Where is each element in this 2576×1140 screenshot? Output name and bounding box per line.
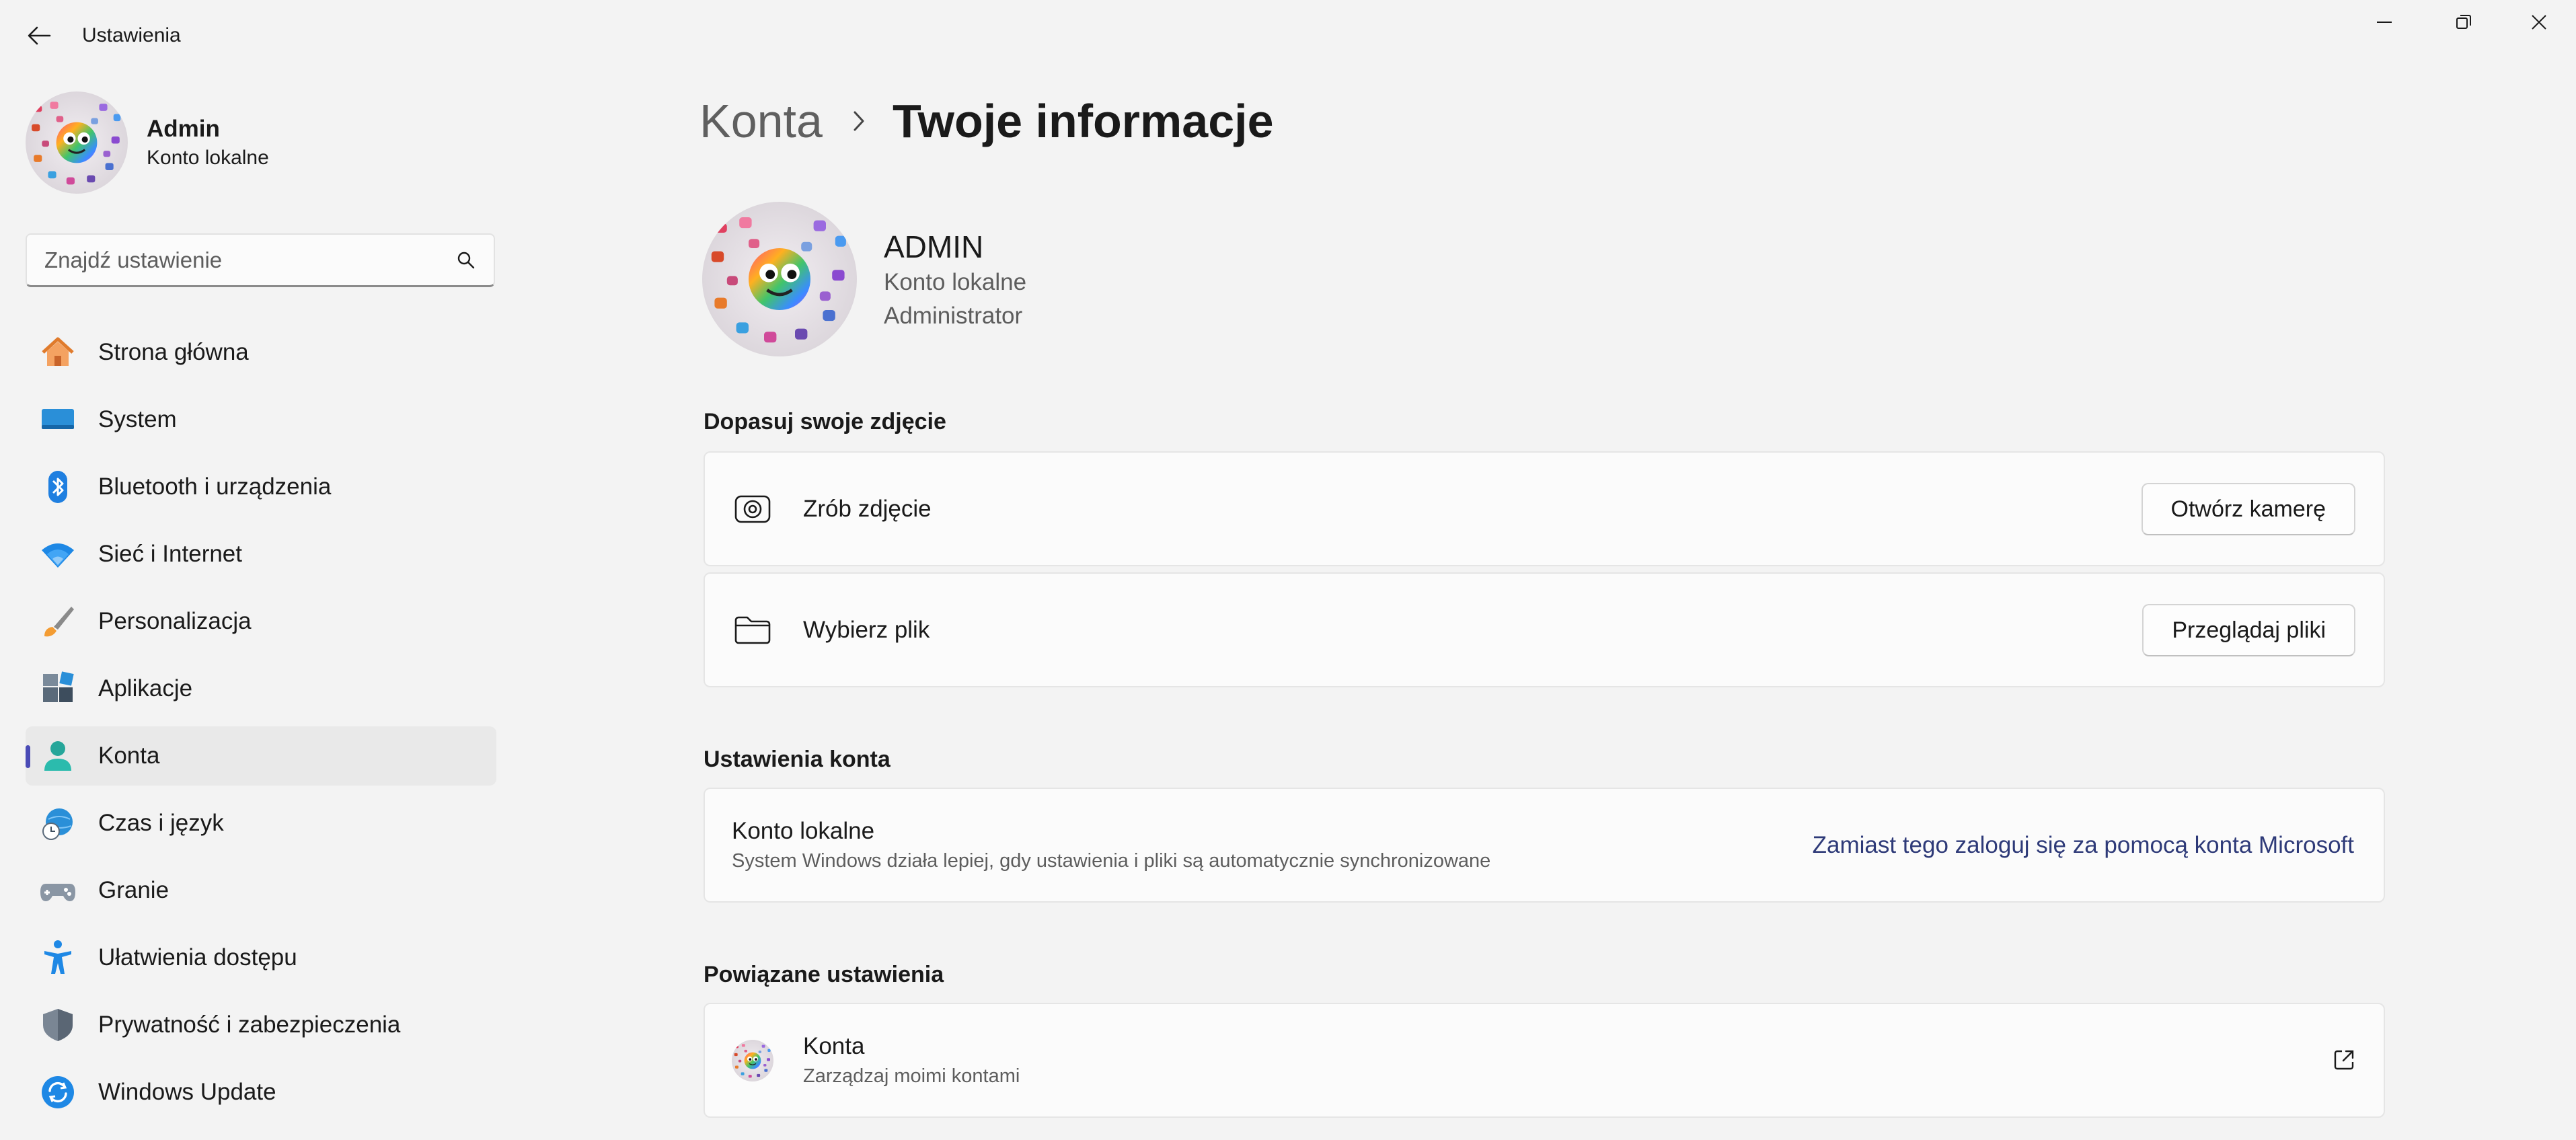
take-photo-label: Zrób zdjęcie bbox=[803, 495, 932, 522]
title-bar bbox=[0, 0, 2576, 67]
sidebar-item-label: Ułatwienia dostępu bbox=[98, 944, 297, 971]
sidebar-item-bluetooth[interactable]: Bluetooth i urządzenia bbox=[26, 457, 496, 517]
section-title-photo: Dopasuj swoje zdjęcie bbox=[704, 409, 946, 434]
chevron-right-icon bbox=[852, 110, 866, 132]
sidebar-item-label: Czas i język bbox=[98, 810, 224, 836]
local-account-label: Konto lokalne bbox=[732, 818, 875, 844]
app-title: Ustawienia bbox=[82, 24, 181, 46]
sidebar-item-accounts[interactable]: Konta bbox=[26, 726, 496, 786]
system-icon bbox=[39, 401, 77, 439]
sidebar-item-label: Strona główna bbox=[98, 339, 249, 365]
wifi-icon bbox=[39, 535, 77, 573]
browse-files-button[interactable]: Przeglądaj pliki bbox=[2142, 604, 2355, 656]
profile-avatar bbox=[702, 202, 857, 356]
related-accounts-card[interactable]: Konta Zarządzaj moimi kontami bbox=[704, 1003, 2385, 1118]
related-accounts-label: Konta bbox=[803, 1033, 865, 1059]
sidebar-item-label: Prywatność i zabezpieczenia bbox=[98, 1012, 401, 1038]
sidebar-item-personalization[interactable]: Personalizacja bbox=[26, 592, 496, 651]
arrow-left-icon bbox=[28, 26, 51, 45]
profile-role: Administrator bbox=[884, 303, 1023, 329]
gamepad-icon bbox=[39, 872, 77, 909]
update-icon bbox=[39, 1073, 77, 1111]
breadcrumb-parent[interactable]: Konta bbox=[699, 94, 823, 148]
folder-icon bbox=[729, 607, 776, 654]
apps-icon bbox=[39, 670, 77, 708]
camera-icon bbox=[729, 486, 776, 533]
sidebar-item-network[interactable]: Sieć i Internet bbox=[26, 525, 496, 584]
take-photo-card: Zrób zdjęcie Otwórz kamerę bbox=[704, 451, 2385, 566]
sidebar-item-label: Konta bbox=[98, 743, 160, 769]
external-link-icon[interactable] bbox=[2333, 1049, 2355, 1075]
avatar-image-icon bbox=[26, 91, 128, 194]
choose-file-label: Wybierz plik bbox=[803, 616, 930, 643]
sidebar-item-label: Bluetooth i urządzenia bbox=[98, 473, 332, 500]
local-account-description: System Windows działa lepiej, gdy ustawi… bbox=[732, 850, 1491, 872]
sidebar-item-label: Sieć i Internet bbox=[98, 541, 242, 567]
back-button[interactable] bbox=[19, 17, 59, 54]
sidebar-item-windows-update[interactable]: Windows Update bbox=[26, 1063, 496, 1122]
sidebar-item-apps[interactable]: Aplikacje bbox=[26, 659, 496, 718]
local-account-card: Konto lokalne System Windows działa lepi… bbox=[704, 788, 2385, 903]
profile-account-type: Konto lokalne bbox=[884, 269, 1027, 295]
shield-icon bbox=[39, 1006, 77, 1044]
restore-icon bbox=[2456, 15, 2471, 29]
sidebar-item-privacy[interactable]: Prywatność i zabezpieczenia bbox=[26, 995, 496, 1055]
minimize-icon bbox=[2377, 22, 2392, 23]
avatar[interactable] bbox=[26, 91, 128, 194]
close-icon bbox=[2532, 15, 2546, 30]
close-button[interactable] bbox=[2502, 0, 2576, 44]
breadcrumb: Konta Twoje informacje bbox=[699, 94, 1274, 148]
account-avatar-icon bbox=[729, 1037, 776, 1084]
sidebar-item-time-language[interactable]: Czas i język bbox=[26, 794, 496, 853]
sidebar-item-system[interactable]: System bbox=[26, 390, 496, 449]
local-account-text: Konto lokalne System Windows działa lepi… bbox=[732, 818, 1490, 872]
brush-icon bbox=[39, 603, 77, 640]
user-name: Admin bbox=[147, 116, 220, 142]
profile-name: ADMIN bbox=[884, 229, 984, 264]
bluetooth-icon bbox=[39, 468, 77, 506]
sidebar-item-label: Windows Update bbox=[98, 1079, 276, 1105]
page-title: Twoje informacje bbox=[892, 95, 1274, 147]
sidebar-nav: Strona główna System Bluetooth i urządze… bbox=[26, 323, 496, 1130]
search-icon[interactable] bbox=[456, 250, 476, 270]
sidebar-item-accessibility[interactable]: Ułatwienia dostępu bbox=[26, 928, 496, 987]
accessibility-icon bbox=[39, 939, 77, 977]
sidebar-item-gaming[interactable]: Granie bbox=[26, 861, 496, 920]
section-title-account: Ustawienia konta bbox=[704, 747, 891, 772]
related-accounts-description: Zarządzaj moimi kontami bbox=[803, 1065, 1020, 1087]
person-icon bbox=[39, 737, 77, 775]
sidebar-item-label: Personalizacja bbox=[98, 608, 252, 634]
restore-button[interactable] bbox=[2427, 0, 2501, 44]
user-account-type: Konto lokalne bbox=[147, 147, 269, 169]
choose-file-card: Wybierz plik Przeglądaj pliki bbox=[704, 572, 2385, 687]
sidebar-item-label: Granie bbox=[98, 877, 169, 903]
avatar-image-icon bbox=[702, 202, 857, 356]
globe-clock-icon bbox=[39, 804, 77, 842]
section-title-related: Powiązane ustawienia bbox=[704, 962, 944, 987]
home-icon bbox=[39, 334, 77, 371]
microsoft-signin-link[interactable]: Zamiast tego zaloguj się za pomocą konta… bbox=[1813, 832, 2354, 859]
search-box[interactable] bbox=[26, 233, 495, 287]
minimize-button[interactable] bbox=[2347, 0, 2421, 44]
sidebar-item-label: Aplikacje bbox=[98, 675, 193, 701]
sidebar-item-home[interactable]: Strona główna bbox=[26, 323, 496, 382]
sidebar-item-label: System bbox=[98, 406, 177, 432]
related-accounts-text: Konta Zarządzaj moimi kontami bbox=[803, 1033, 1020, 1088]
open-camera-button[interactable]: Otwórz kamerę bbox=[2141, 483, 2355, 535]
search-input[interactable] bbox=[44, 247, 456, 273]
